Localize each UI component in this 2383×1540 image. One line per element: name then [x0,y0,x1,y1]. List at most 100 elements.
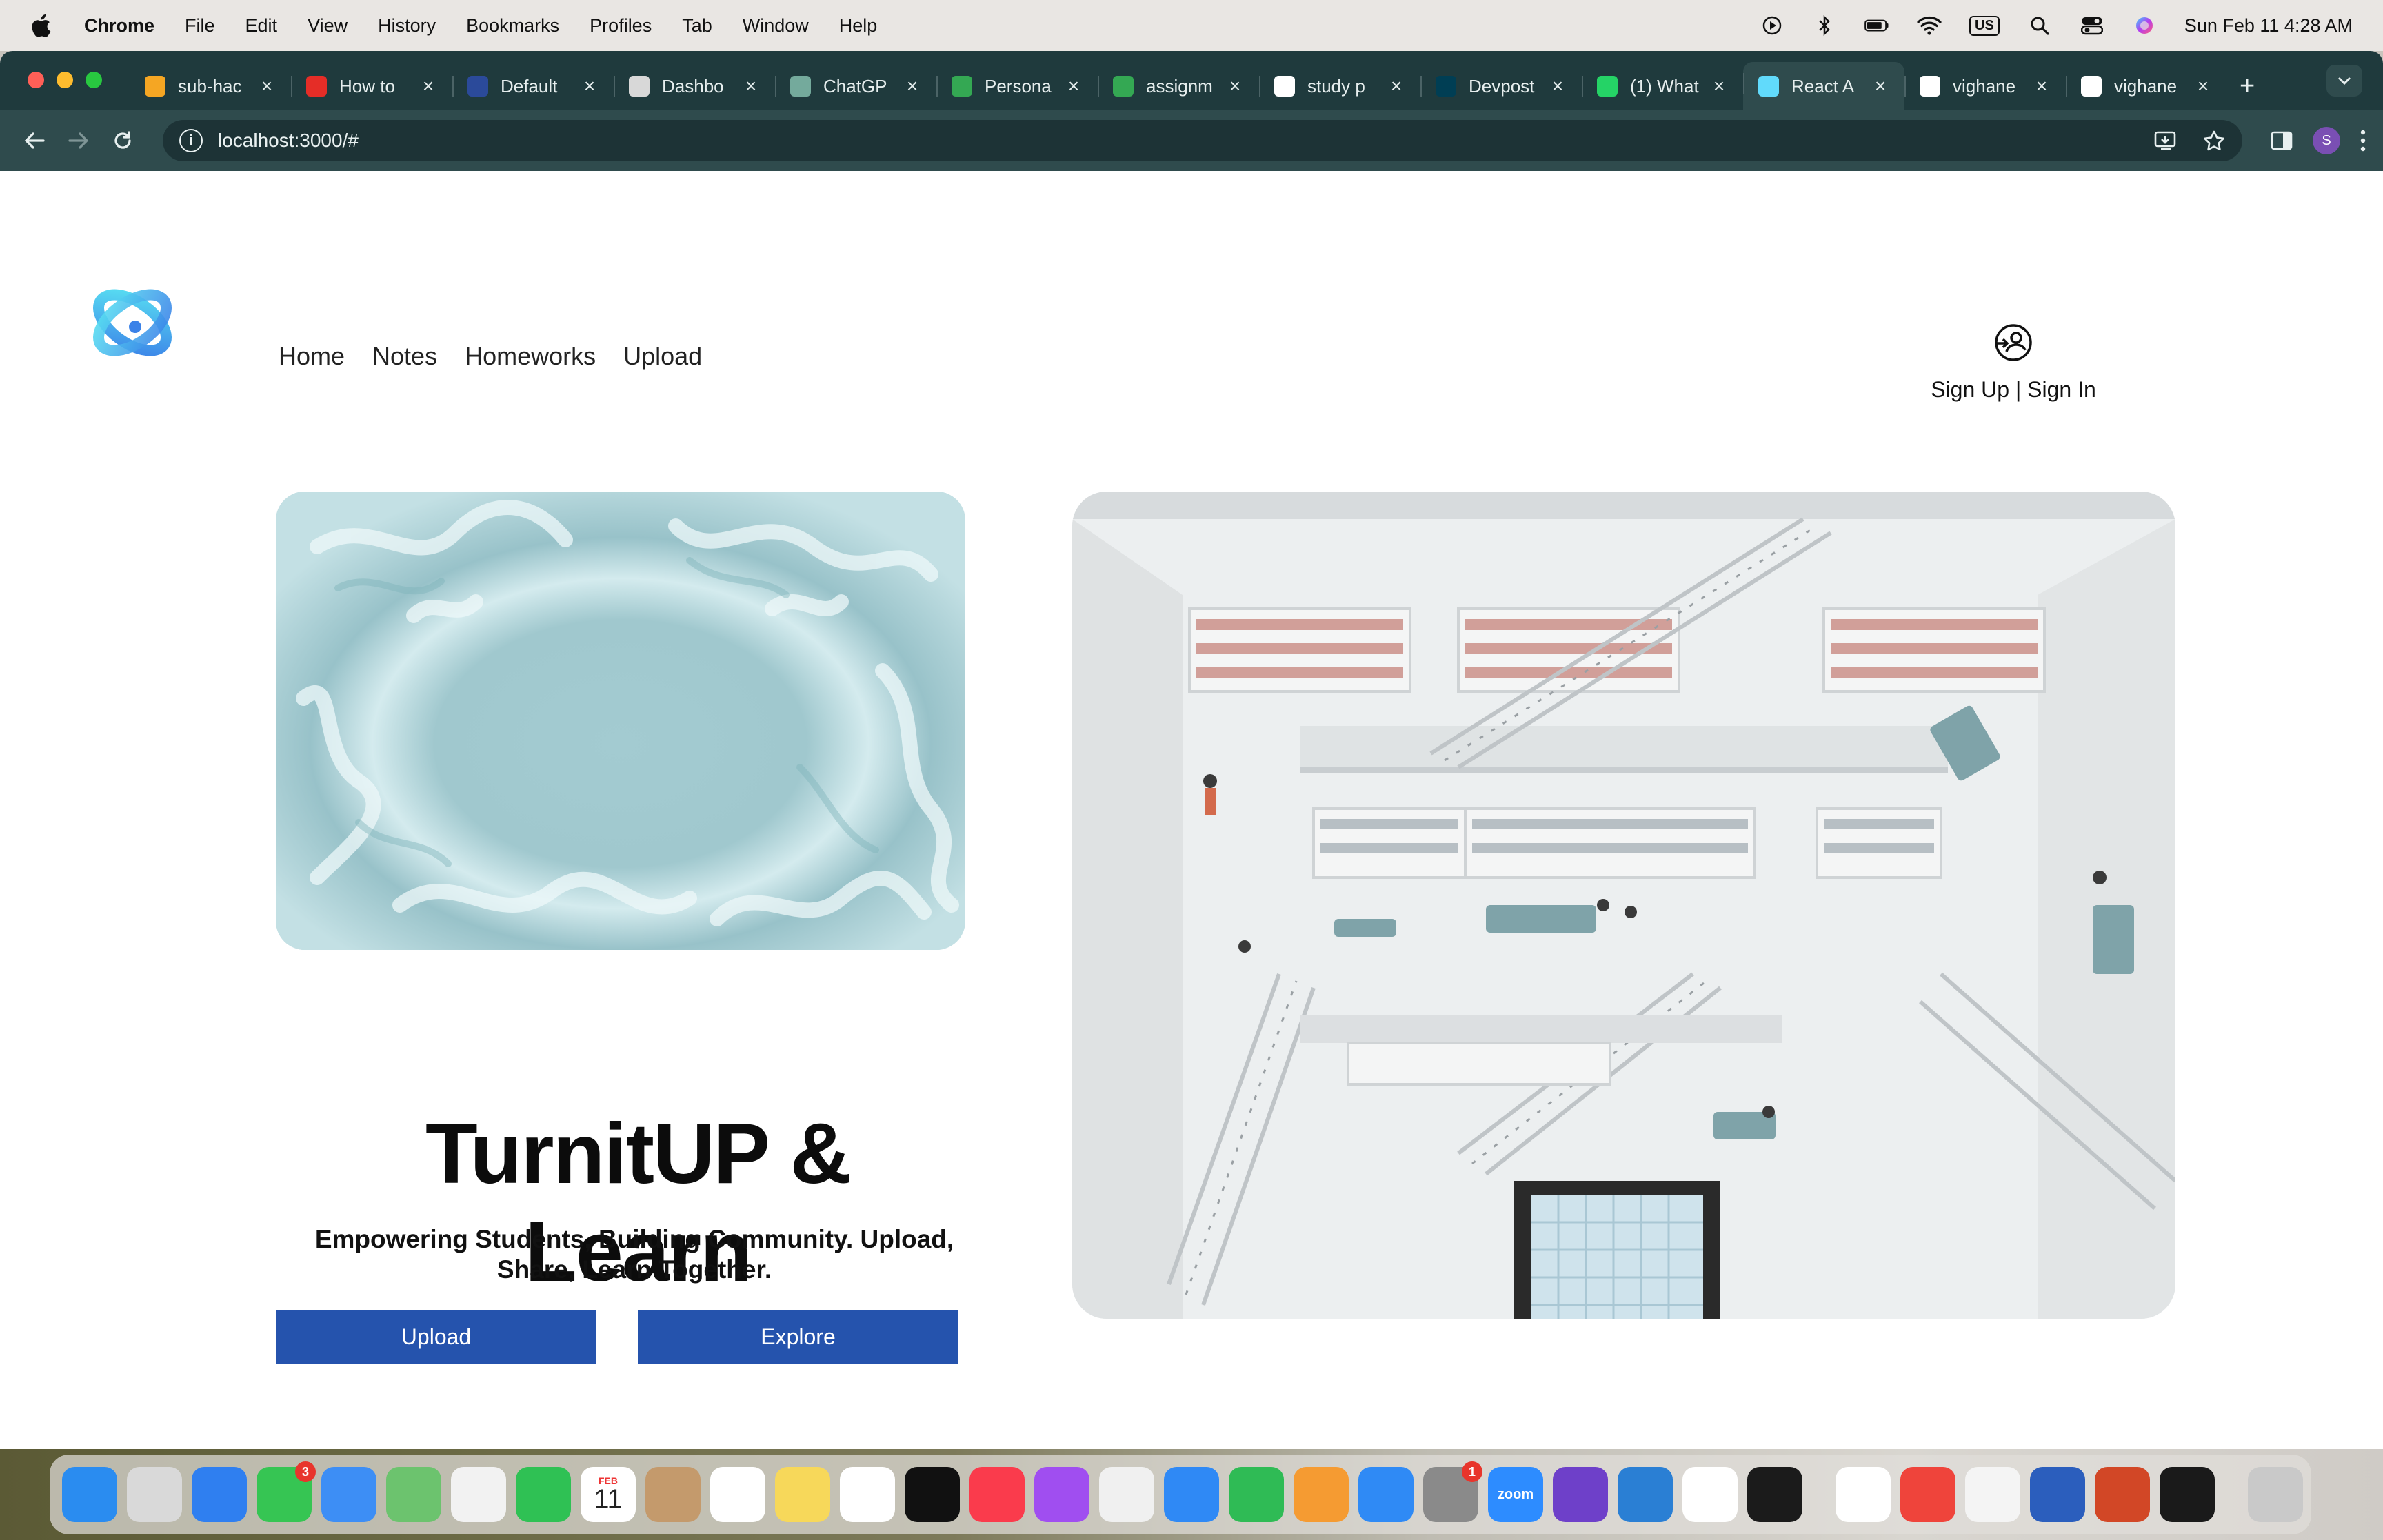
battery-icon[interactable] [1864,13,1889,38]
control-center-icon[interactable] [2080,13,2104,38]
dock-freeform-icon[interactable] [840,1467,895,1522]
browser-tab[interactable]: Default × [452,65,614,108]
menu-window[interactable]: Window [743,15,809,37]
close-tab-icon[interactable]: × [581,75,599,97]
dock-numbers-icon[interactable] [1229,1467,1284,1522]
forward-button[interactable] [61,123,97,159]
dock-textedit-icon[interactable] [1965,1467,2020,1522]
dock-zoom-icon[interactable]: zoom [1488,1467,1543,1522]
input-source-indicator[interactable]: US [1969,15,2000,36]
dock-app-store-icon[interactable] [1358,1467,1414,1522]
close-tab-icon[interactable]: × [2194,75,2212,97]
dock-chrome-icon[interactable] [1682,1467,1738,1522]
nav-notes[interactable]: Notes [372,342,437,371]
dock-podcasts-icon[interactable] [1034,1467,1089,1522]
dock-finder-icon[interactable] [62,1467,117,1522]
close-tab-icon[interactable]: × [742,75,760,97]
browser-tab[interactable]: (1) What × [1582,65,1743,108]
menu-tab[interactable]: Tab [682,15,712,37]
site-logo[interactable] [84,274,181,371]
close-tab-icon[interactable]: × [1871,75,1889,97]
sign-up-sign-in-link[interactable]: Sign Up | Sign In [1931,377,2096,403]
close-tab-icon[interactable]: × [2033,75,2051,97]
minimize-window-button[interactable] [57,72,73,88]
menu-help[interactable]: Help [839,15,878,37]
close-tab-icon[interactable]: × [903,75,921,97]
dock-news-icon[interactable] [1099,1467,1154,1522]
more-menu-icon[interactable] [2360,129,2366,152]
back-button[interactable] [17,123,52,159]
dock-calendar-icon[interactable]: FEB 11 [581,1467,636,1522]
close-tab-icon[interactable]: × [419,75,437,97]
menu-edit[interactable]: Edit [245,15,278,37]
close-tab-icon[interactable]: × [258,75,276,97]
spotlight-search-icon[interactable] [2027,13,2052,38]
browser-tab[interactable]: Devpost × [1420,65,1582,108]
close-tab-icon[interactable]: × [1065,75,1083,97]
nav-home[interactable]: Home [279,342,345,371]
dock-powerpoint-icon[interactable] [2095,1467,2150,1522]
wifi-icon[interactable] [1917,13,1942,38]
reload-button[interactable] [105,123,141,159]
close-tab-icon[interactable]: × [1710,75,1728,97]
dock-keynote-icon[interactable] [1164,1467,1219,1522]
menu-app-name[interactable]: Chrome [84,15,154,37]
bookmark-star-icon[interactable] [2202,130,2226,152]
close-tab-icon[interactable]: × [1549,75,1567,97]
browser-tab[interactable]: ChatGP × [775,65,936,108]
side-panel-icon[interactable] [2270,130,2293,151]
site-info-icon[interactable]: i [179,129,203,152]
dock-trash-icon[interactable] [2248,1467,2303,1522]
dock-tv-icon[interactable] [905,1467,960,1522]
zoom-window-button[interactable] [86,72,102,88]
browser-tab[interactable]: vighane × [2066,65,2227,108]
browser-tab[interactable]: How to × [291,65,452,108]
dock-notes-icon[interactable] [775,1467,830,1522]
dock-acrobat-icon[interactable] [1836,1467,1891,1522]
dock-music-icon[interactable] [969,1467,1025,1522]
dock-word-icon[interactable] [2030,1467,2085,1522]
new-tab-button[interactable]: + [2240,72,2255,101]
auth-link[interactable]: Sign Up | Sign In [1931,323,2096,403]
dock-contacts-icon[interactable] [645,1467,701,1522]
browser-tab[interactable]: assignm × [1098,65,1259,108]
screen-record-icon[interactable] [1760,13,1784,38]
dock-facetime-icon[interactable] [516,1467,571,1522]
browser-tab[interactable]: Persona × [936,65,1098,108]
dock-reminders-icon[interactable] [710,1467,765,1522]
dock-messages-icon[interactable]: 3 [257,1461,316,1522]
dock-anydesk-icon[interactable] [1900,1467,1955,1522]
menu-clock[interactable]: Sun Feb 11 4:28 AM [2184,15,2353,37]
user-login-icon[interactable] [1993,323,2033,363]
menu-history[interactable]: History [378,15,436,37]
menu-view[interactable]: View [308,15,348,37]
nav-homeworks[interactable]: Homeworks [465,342,596,371]
browser-tab[interactable]: vighane × [1904,65,2066,108]
address-bar[interactable]: i localhost:3000/# [163,120,2242,161]
tab-search-button[interactable] [2326,65,2362,97]
close-tab-icon[interactable]: × [1387,75,1405,97]
dock-github-desktop-icon[interactable] [1553,1467,1608,1522]
browser-tab[interactable]: Dashbo × [614,65,775,108]
menu-profiles[interactable]: Profiles [590,15,652,37]
dock-maps-icon[interactable] [386,1467,441,1522]
dock-mail-icon[interactable] [321,1467,376,1522]
menu-file[interactable]: File [185,15,215,37]
dock-photos-icon[interactable] [451,1467,506,1522]
install-app-icon[interactable] [2154,130,2178,151]
bluetooth-icon[interactable] [1812,13,1837,38]
close-window-button[interactable] [28,72,44,88]
browser-tab[interactable]: study p × [1259,65,1420,108]
dock-system-settings-icon[interactable]: 1 [1423,1461,1482,1522]
explore-button[interactable]: Explore [638,1310,958,1364]
url-text[interactable]: localhost:3000/# [218,130,359,152]
siri-icon[interactable] [2132,13,2157,38]
dock-pages-icon[interactable] [1294,1467,1349,1522]
dock-terminal-icon[interactable] [2160,1467,2215,1522]
browser-tab[interactable]: sub-hac × [130,65,291,108]
browser-tab[interactable]: React A × [1743,62,1904,110]
apple-icon[interactable] [30,13,51,38]
nav-upload[interactable]: Upload [623,342,702,371]
dock-safari-icon[interactable] [192,1467,247,1522]
profile-avatar[interactable]: S [2313,127,2340,154]
